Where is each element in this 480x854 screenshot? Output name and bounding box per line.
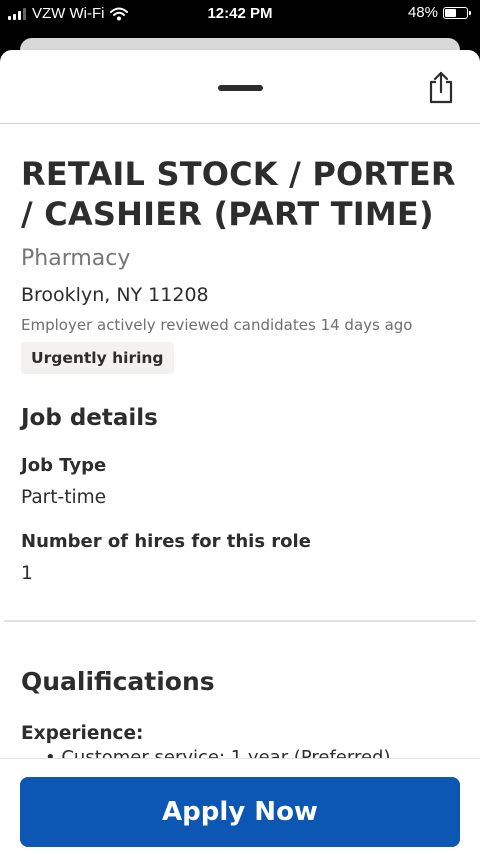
share-icon[interactable]: [426, 70, 456, 104]
status-bar: VZW Wi-Fi 12:42 PM 48%: [0, 0, 480, 30]
job-type-label: Job Type: [21, 455, 107, 476]
experience-label: Experience:: [21, 723, 144, 744]
job-content: RETAIL STOCK / PORTER / CASHIER (PART TI…: [0, 124, 480, 586]
drag-handle[interactable]: [218, 85, 263, 91]
job-location: Brooklyn, NY 11208: [21, 284, 209, 306]
job-details-heading: Job details: [21, 405, 158, 431]
job-title: RETAIL STOCK / PORTER / CASHIER (PART TI…: [21, 155, 456, 233]
battery-icon: [443, 6, 471, 19]
urgently-hiring-badge: Urgently hiring: [21, 342, 174, 374]
company-name[interactable]: Pharmacy: [21, 244, 459, 274]
hires-value: 1: [21, 563, 33, 584]
battery-percent: 48%: [407, 4, 438, 21]
job-type-value: Part-time: [21, 487, 106, 508]
apply-bar: Apply Now: [0, 758, 480, 854]
employer-activity: Employer actively reviewed candidates 14…: [21, 316, 413, 334]
battery-fill: [445, 8, 457, 17]
section-divider: [4, 620, 476, 622]
hires-label: Number of hires for this role: [21, 531, 311, 552]
job-detail-sheet: RETAIL STOCK / PORTER / CASHIER (PART TI…: [0, 50, 480, 854]
status-right: 48%: [407, 4, 471, 21]
apply-now-button[interactable]: Apply Now: [20, 777, 460, 847]
sheet-header: [0, 50, 480, 124]
qualifications-heading: Qualifications: [21, 667, 215, 696]
